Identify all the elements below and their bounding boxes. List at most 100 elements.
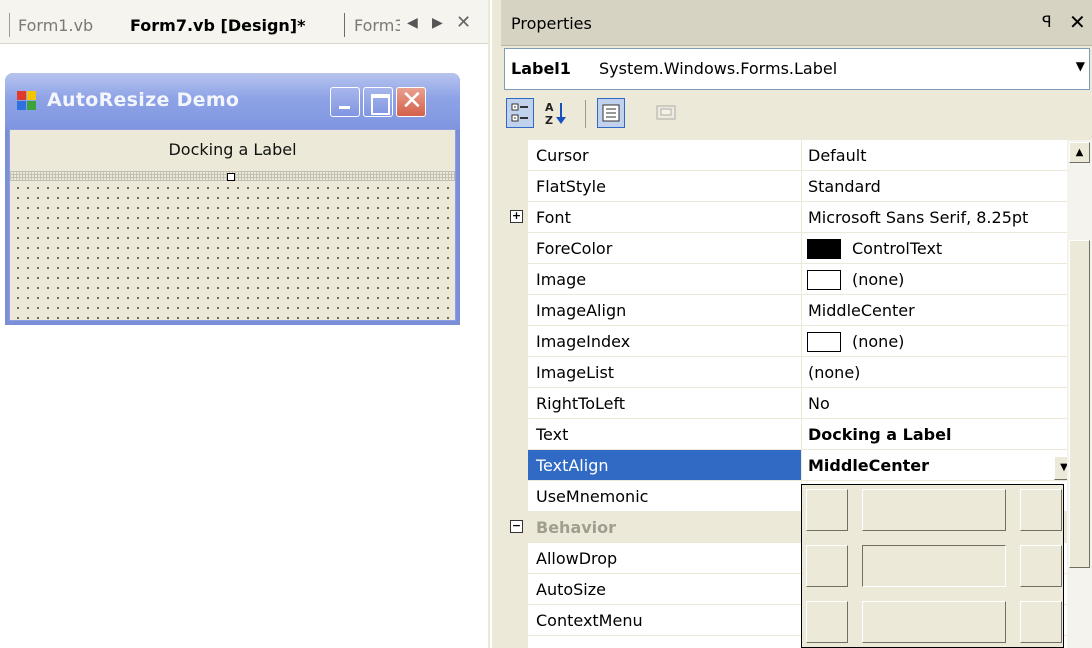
property-row[interactable]: ImageList (none) bbox=[528, 357, 1067, 388]
property-value: No bbox=[808, 394, 830, 413]
property-row[interactable]: ImageAlign MiddleCenter bbox=[528, 295, 1067, 326]
align-bottom-left[interactable] bbox=[806, 601, 848, 643]
property-row[interactable]: Cursor Default bbox=[528, 140, 1067, 171]
categorized-icon[interactable] bbox=[506, 98, 534, 128]
close-icon[interactable]: ✕ bbox=[1069, 10, 1086, 34]
property-row[interactable]: + Font Microsoft Sans Serif, 8.25pt bbox=[510, 202, 1067, 233]
property-name: ImageList bbox=[536, 363, 615, 382]
scrollbar-thumb[interactable] bbox=[1069, 240, 1090, 568]
property-value: (none) bbox=[852, 332, 905, 351]
form-client-area[interactable]: Docking a Label bbox=[9, 129, 456, 321]
property-value-cell[interactable]: No bbox=[801, 388, 1067, 418]
align-bottom-center[interactable] bbox=[862, 601, 1006, 643]
property-value: Default bbox=[808, 146, 867, 165]
align-middle-left[interactable] bbox=[806, 545, 848, 587]
expand-icon[interactable]: + bbox=[510, 210, 523, 223]
property-name: UseMnemonic bbox=[536, 487, 649, 506]
property-name: RightToLeft bbox=[536, 394, 626, 413]
property-value: ControlText bbox=[852, 239, 943, 258]
property-name: ImageAlign bbox=[536, 301, 627, 320]
property-name: ContextMenu bbox=[536, 611, 643, 630]
align-middle-right[interactable] bbox=[1020, 545, 1062, 587]
property-value-cell[interactable]: MiddleCenter bbox=[801, 295, 1067, 325]
tab-separator bbox=[344, 13, 345, 37]
property-value-cell[interactable]: Default bbox=[801, 140, 1067, 170]
tab-form3[interactable]: Form3.vb bbox=[354, 16, 400, 35]
category-name: Behavior bbox=[536, 518, 617, 537]
svg-text:A: A bbox=[545, 101, 554, 114]
properties-icon[interactable] bbox=[597, 98, 625, 128]
property-name: FlatStyle bbox=[536, 177, 606, 196]
align-top-center[interactable] bbox=[862, 489, 1006, 531]
pin-icon[interactable]: ꟼ bbox=[1042, 12, 1052, 31]
property-value: Docking a Label bbox=[808, 425, 952, 444]
form-app-icon bbox=[17, 91, 37, 111]
property-row-selected[interactable]: TextAlign MiddleCenter ▼ bbox=[528, 450, 1074, 481]
property-value: (none) bbox=[808, 363, 861, 382]
dropdown-arrow-icon[interactable]: ▼ bbox=[1076, 59, 1085, 73]
docked-label-text: Docking a Label bbox=[168, 140, 297, 159]
align-top-left[interactable] bbox=[806, 489, 848, 531]
tab-form7-design[interactable]: Form7.vb [Design]* bbox=[130, 16, 305, 35]
alphabetical-icon[interactable]: A Z bbox=[541, 98, 569, 128]
property-value: Standard bbox=[808, 177, 881, 196]
property-name: AllowDrop bbox=[536, 549, 618, 568]
property-name: ImageIndex bbox=[536, 332, 631, 351]
property-row[interactable]: FlatStyle Standard bbox=[528, 171, 1067, 202]
property-value-cell[interactable]: Docking a Label bbox=[801, 419, 1067, 449]
property-name: TextAlign bbox=[536, 456, 609, 475]
property-row[interactable]: RightToLeft No bbox=[528, 388, 1067, 419]
maximize-icon[interactable] bbox=[363, 87, 393, 117]
vertical-scrollbar[interactable]: ▲ bbox=[1067, 140, 1092, 648]
object-name: Label1 bbox=[511, 59, 571, 78]
color-swatch bbox=[807, 239, 841, 259]
property-name: Text bbox=[536, 425, 569, 444]
form-title-bar[interactable]: AutoResize Demo ✕ bbox=[5, 73, 460, 129]
property-name: AutoSize bbox=[536, 580, 606, 599]
tab-separator bbox=[9, 13, 10, 37]
scroll-tabs-right-icon[interactable]: ▶ bbox=[432, 15, 443, 31]
property-value-cell[interactable]: (none) bbox=[801, 264, 1067, 294]
scroll-up-icon[interactable]: ▲ bbox=[1069, 142, 1090, 163]
scroll-tabs-left-icon[interactable]: ◀ bbox=[407, 15, 418, 31]
resize-handle[interactable] bbox=[227, 173, 235, 181]
property-value-cell[interactable]: MiddleCenter ▼ bbox=[801, 450, 1074, 480]
tab-form1[interactable]: Form1.vb bbox=[18, 16, 93, 35]
property-row[interactable]: Image (none) bbox=[528, 264, 1067, 295]
property-value-cell[interactable]: ControlText bbox=[801, 233, 1067, 263]
panel-splitter[interactable] bbox=[488, 0, 501, 648]
properties-toolbar: A Z bbox=[501, 92, 1092, 138]
align-top-right[interactable] bbox=[1020, 489, 1062, 531]
form-title: AutoResize Demo bbox=[47, 89, 240, 111]
close-icon[interactable]: ✕ bbox=[396, 86, 426, 117]
object-type: System.Windows.Forms.Label bbox=[599, 59, 838, 78]
property-row[interactable]: ImageIndex (none) bbox=[528, 326, 1067, 357]
close-tab-icon[interactable]: ✕ bbox=[456, 12, 471, 33]
minimize-icon[interactable] bbox=[330, 87, 360, 117]
image-preview bbox=[807, 270, 841, 290]
events-icon[interactable] bbox=[653, 98, 681, 128]
align-bottom-right[interactable] bbox=[1020, 601, 1062, 643]
property-value: (none) bbox=[852, 270, 905, 289]
property-row[interactable]: Text Docking a Label bbox=[528, 419, 1067, 450]
property-value-cell[interactable]: Microsoft Sans Serif, 8.25pt bbox=[801, 202, 1067, 232]
object-selector[interactable]: Label1 System.Windows.Forms.Label ▼ bbox=[504, 48, 1090, 90]
property-name: Cursor bbox=[536, 146, 589, 165]
property-value: MiddleCenter bbox=[808, 456, 930, 475]
collapse-icon[interactable]: − bbox=[510, 520, 523, 533]
form-window[interactable]: AutoResize Demo ✕ Docking a Label bbox=[5, 73, 460, 325]
image-preview bbox=[807, 332, 841, 352]
property-name: ForeColor bbox=[536, 239, 613, 258]
property-value-cell[interactable]: Standard bbox=[801, 171, 1067, 201]
docked-label[interactable]: Docking a Label bbox=[10, 130, 455, 181]
designer-surface: AutoResize Demo ✕ Docking a Label bbox=[0, 45, 488, 648]
property-value-cell[interactable]: (none) bbox=[801, 326, 1067, 356]
align-middle-center[interactable] bbox=[862, 545, 1006, 587]
text-align-picker bbox=[801, 484, 1064, 648]
property-value-cell[interactable]: (none) bbox=[801, 357, 1067, 387]
properties-panel: Properties ꟼ ✕ Label1 System.Windows.For… bbox=[501, 0, 1092, 648]
property-name: Font bbox=[536, 208, 571, 227]
property-value: MiddleCenter bbox=[808, 301, 915, 320]
property-row[interactable]: ForeColor ControlText bbox=[528, 233, 1067, 264]
designer-tab-strip: Form1.vb Form7.vb [Design]* Form3.vb ◀ ▶… bbox=[0, 0, 488, 44]
